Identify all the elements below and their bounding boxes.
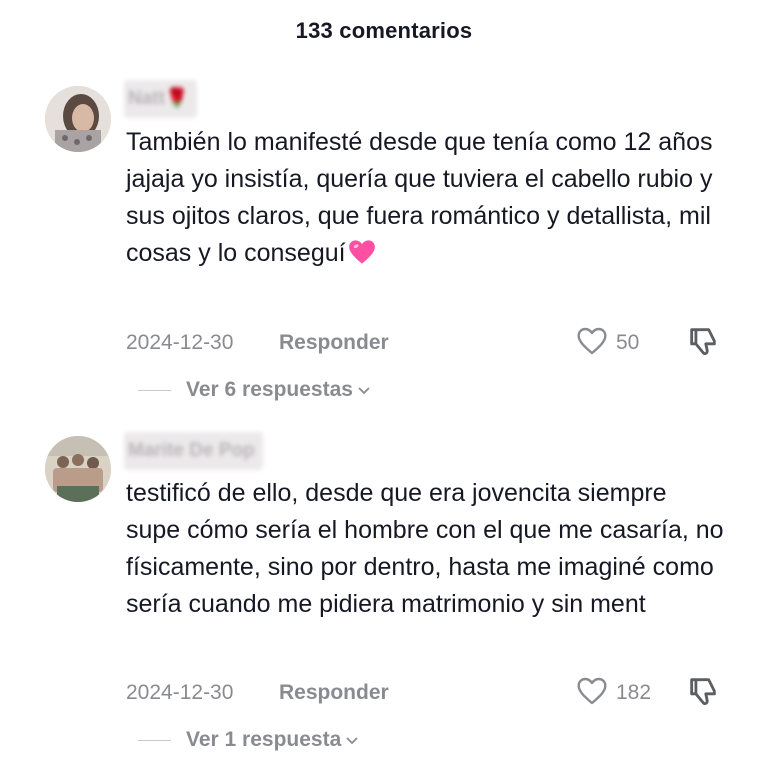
thumbs-down-icon — [690, 678, 716, 706]
comment-date: 2024-12-30 — [126, 681, 234, 704]
comment-username[interactable]: Marite De Pop — [124, 432, 263, 470]
thumbs-down-icon — [690, 328, 716, 356]
comment-text: testificó de ello, desde que era jovenci… — [126, 479, 724, 618]
comment-text: También lo manifesté desde que tenía com… — [126, 124, 726, 276]
dislike-button[interactable] — [686, 324, 722, 360]
replies-divider-line — [138, 390, 171, 391]
comment-meta: 2024-12-30 Responder 182 — [126, 677, 726, 708]
comment-date: 2024-12-30 — [126, 331, 234, 354]
pink-heart-icon — [348, 239, 376, 276]
replies-divider-line — [138, 740, 171, 741]
avatar[interactable] — [45, 436, 111, 502]
heart-outline-icon — [577, 327, 607, 355]
view-replies-label: Ver 6 respuestas — [186, 375, 371, 405]
chevron-down-icon — [357, 375, 371, 405]
reply-button[interactable]: Responder — [279, 328, 389, 358]
comment-username[interactable]: Natt🌹 — [124, 80, 197, 118]
view-replies-label: Ver 1 respuesta — [186, 725, 359, 755]
heart-outline-icon — [577, 677, 607, 705]
avatar[interactable] — [45, 86, 111, 152]
reply-button[interactable]: Responder — [279, 678, 389, 708]
comments-count-title: 133 comentarios — [295, 18, 473, 43]
comment-text-body: También lo manifesté desde que tenía com… — [126, 128, 713, 267]
avatar-photo — [45, 436, 111, 502]
comment-meta: 2024-12-30 Responder 50 — [126, 327, 726, 358]
dislike-button[interactable] — [686, 674, 722, 710]
like-count: 50 — [616, 331, 640, 354]
like-count: 182 — [616, 681, 652, 704]
avatar-photo — [45, 86, 111, 152]
chevron-down-icon — [345, 725, 359, 755]
